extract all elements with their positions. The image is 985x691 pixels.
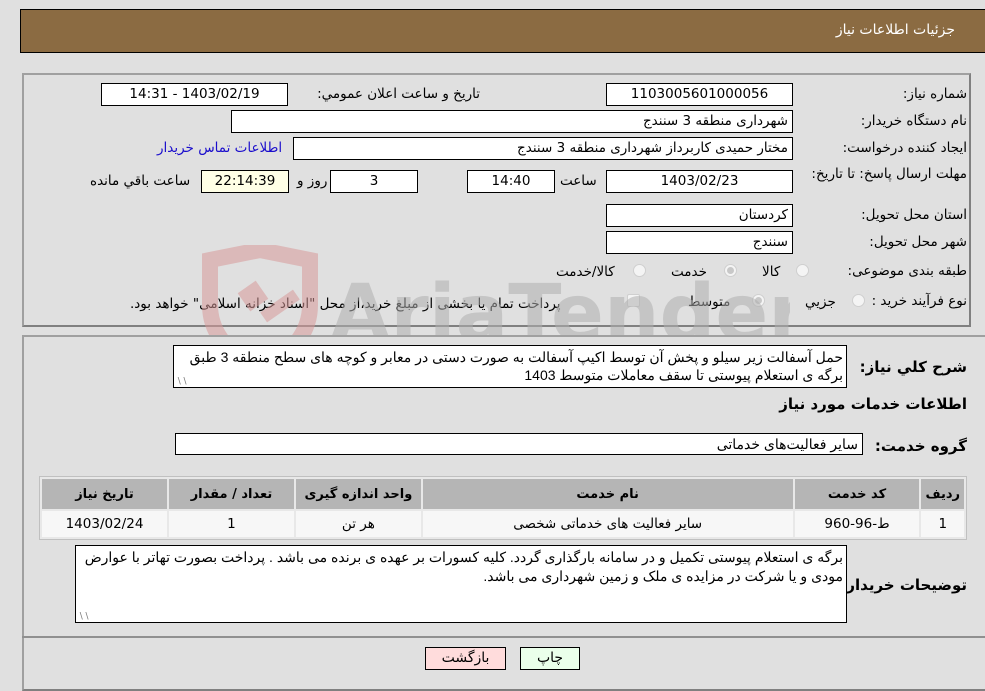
category-option-goods-service: کالا/خدمت: [556, 264, 615, 280]
buyer-org-field: شهرداری منطقه 3 سنندج: [231, 110, 793, 133]
buyer-notes-text: برگه ی استعلام پیوستی تکمیل و در سامانه …: [84, 549, 843, 584]
description-textarea[interactable]: حمل آسفالت زیر سیلو و پخش آن توسط اکیپ آ…: [173, 345, 847, 388]
col-row-number: ردیف: [921, 479, 964, 509]
process-option-minor: جزيي: [805, 294, 836, 310]
table-header-row: ردیف کد خدمت نام خدمت واحد اندازه گیری ت…: [42, 479, 964, 509]
services-section-title: اطلاعات خدمات مورد نیاز: [779, 395, 967, 413]
description-label: شرح كلي نياز:: [859, 358, 967, 376]
remaining-time-field: 22:14:39: [201, 170, 289, 193]
province-field: کردستان: [606, 204, 793, 227]
category-option-goods: کالا: [762, 264, 781, 280]
days-remaining-field: 3: [330, 170, 418, 193]
category-label: طبقه بندی موضوعی:: [847, 263, 967, 279]
col-unit: واحد اندازه گیری: [295, 479, 421, 509]
announce-label: تاريخ و ساعت اعلان عمومي:: [317, 86, 480, 102]
treasury-checkbox-label: پرداخت تمام یا بخشی از مبلغ خرید،از محل …: [130, 296, 561, 312]
back-button[interactable]: بازگشت: [425, 647, 506, 670]
city-field: سنندج: [606, 231, 793, 254]
buyer-notes-textarea[interactable]: برگه ی استعلام پیوستی تکمیل و در سامانه …: [75, 545, 847, 623]
category-radio-goods-service[interactable]: [633, 264, 646, 277]
resize-grip-icon[interactable]: ∖∖: [176, 377, 187, 386]
page-title: جزئیات اطلاعات نیاز: [835, 22, 955, 38]
process-option-medium: متوسط: [688, 294, 731, 310]
city-label: شهر محل تحویل:: [869, 234, 967, 250]
table-row: 1 ط-96-960 سایر فعالیت های خدماتی شخصی ه…: [42, 511, 964, 537]
deadline-time-label: ساعت: [560, 173, 597, 189]
services-table: ردیف کد خدمت نام خدمت واحد اندازه گیری ت…: [39, 476, 967, 540]
creator-label: ایجاد کننده درخواست:: [842, 140, 967, 156]
deadline-date-field: 1403/02/23: [606, 170, 793, 193]
creator-field: مختار حمیدی کاربرداز شهرداری منطقه 3 سنن…: [293, 137, 793, 160]
need-number-label: شماره نیاز:: [902, 86, 967, 102]
print-button[interactable]: چاپ: [520, 647, 580, 670]
col-service-code: کد خدمت: [794, 479, 920, 509]
service-group-field: سایر فعالیت‌های خدماتی: [175, 433, 863, 455]
announce-datetime-field: 1403/02/19 - 14:31: [101, 83, 288, 106]
description-text: حمل آسفالت زیر سیلو و پخش آن توسط اکیپ آ…: [189, 349, 843, 383]
buyer-notes-label: توضیحات خریدار:: [840, 576, 967, 594]
cell-service-name: سایر فعالیت های خدماتی شخصی: [422, 511, 793, 537]
panel-bottom-divider: [22, 636, 985, 638]
need-number-field: 1103005601000056: [606, 83, 793, 106]
category-radio-goods[interactable]: [796, 264, 809, 277]
days-label: روز و: [297, 173, 328, 189]
cell-quantity: 1: [169, 511, 294, 537]
buyer-contact-link[interactable]: اطلاعات تماس خریدار: [157, 140, 282, 156]
remaining-time-label: ساعت باقي مانده: [90, 173, 191, 189]
process-radio-minor[interactable]: [852, 294, 865, 307]
col-service-name: نام خدمت: [422, 479, 793, 509]
cell-service-code: ط-96-960: [794, 511, 920, 537]
col-quantity: تعداد / مقدار: [169, 479, 294, 509]
treasury-checkbox[interactable]: [627, 294, 640, 307]
process-label: نوع فرآیند خرید :: [871, 293, 967, 309]
cell-need-date: 1403/02/24: [42, 511, 167, 537]
buyer-org-label: نام دستگاه خریدار:: [860, 113, 967, 129]
page-header: جزئیات اطلاعات نیاز: [20, 9, 985, 53]
deadline-label: مهلت ارسال پاسخ: تا تاریخ:: [811, 166, 967, 182]
service-group-label: گروه خدمت:: [874, 437, 967, 455]
col-need-date: تاریخ نیاز: [42, 479, 167, 509]
province-label: استان محل تحویل:: [861, 207, 967, 223]
category-option-service: خدمت: [671, 264, 707, 280]
cell-row-number: 1: [921, 511, 964, 537]
deadline-time-field: 14:40: [467, 170, 555, 193]
resize-grip-icon[interactable]: ∖∖: [78, 612, 89, 621]
category-radio-service[interactable]: [724, 264, 737, 277]
process-radio-medium[interactable]: [752, 294, 765, 307]
cell-unit: هر تن: [295, 511, 421, 537]
